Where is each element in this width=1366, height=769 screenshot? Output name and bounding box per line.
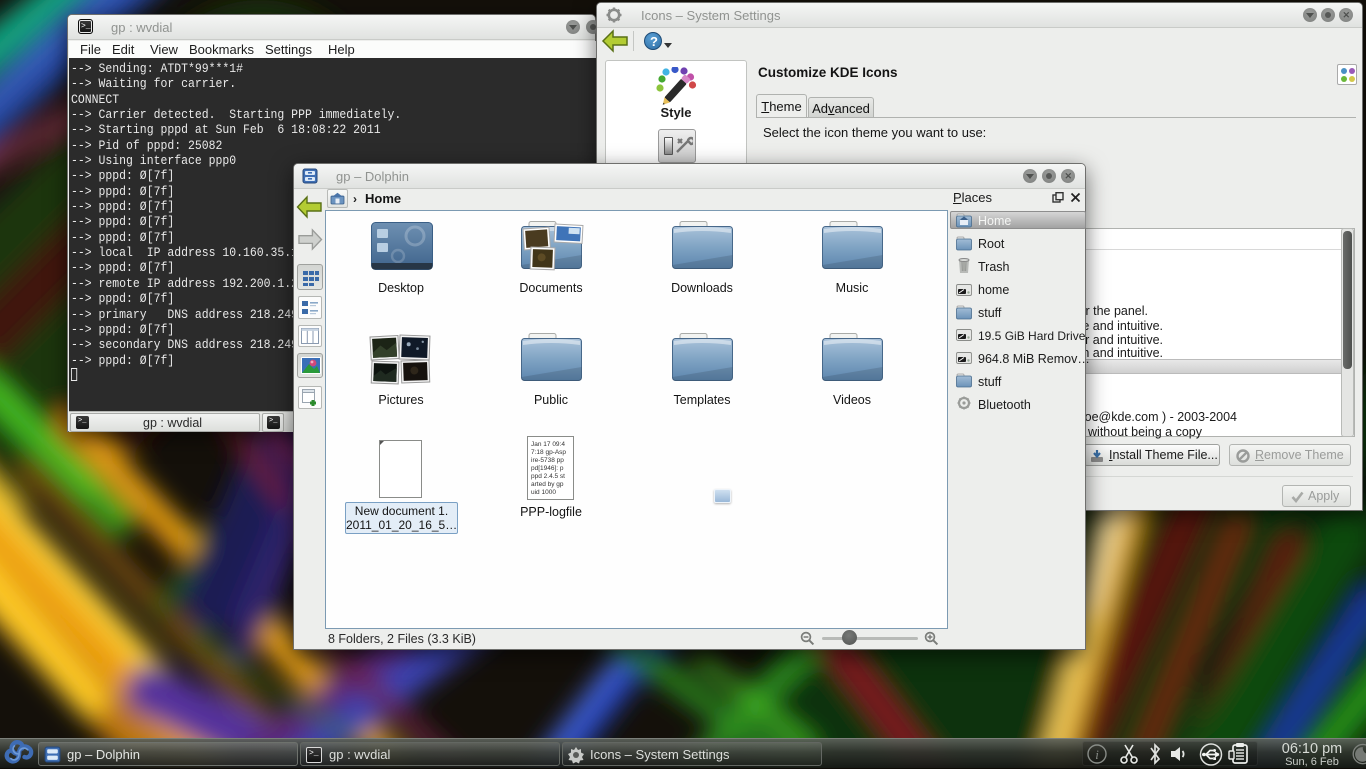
svg-text:i: i [1095,747,1099,762]
